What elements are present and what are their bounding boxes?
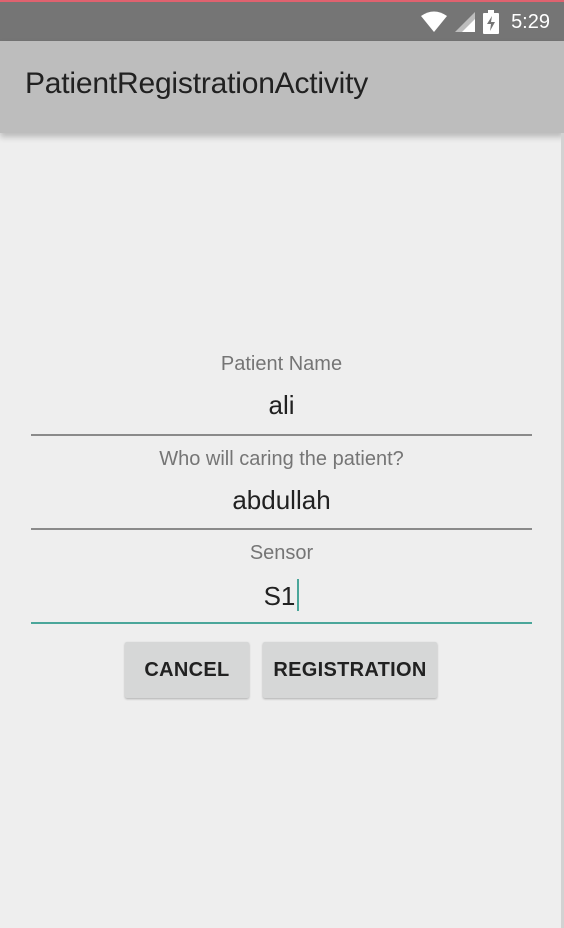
patient-name-underline [31, 434, 532, 436]
sensor-input-wrap[interactable]: S1 [31, 579, 532, 611]
sensor-input[interactable]: S1 [264, 581, 296, 611]
app-bar: PatientRegistrationActivity [0, 41, 564, 133]
caregiver-underline [31, 528, 532, 530]
caregiver-input[interactable]: abdullah [31, 485, 532, 517]
caregiver-field[interactable]: Who will caring the patient? abdullah [31, 448, 532, 517]
sensor-underline [31, 622, 532, 624]
sensor-label: Sensor [249, 542, 314, 564]
wifi-icon [421, 11, 448, 32]
patient-name-field[interactable]: Patient Name ali [31, 353, 532, 422]
status-icons: 5:29 [421, 9, 550, 35]
status-time: 5:29 [511, 10, 550, 33]
status-bar: 5:29 [0, 2, 564, 41]
app-title: PatientRegistrationActivity [25, 67, 369, 100]
sensor-field[interactable]: Sensor S1 [31, 542, 532, 611]
battery-charging-icon [483, 10, 500, 34]
patient-name-input[interactable]: ali [31, 390, 532, 422]
cell-signal-icon [455, 12, 476, 32]
registration-button[interactable]: REGISTRATION [263, 642, 437, 698]
text-cursor [297, 579, 300, 611]
caregiver-label: Who will caring the patient? [159, 448, 404, 470]
cancel-button[interactable]: CANCEL [125, 642, 249, 698]
patient-name-label: Patient Name [220, 353, 343, 375]
